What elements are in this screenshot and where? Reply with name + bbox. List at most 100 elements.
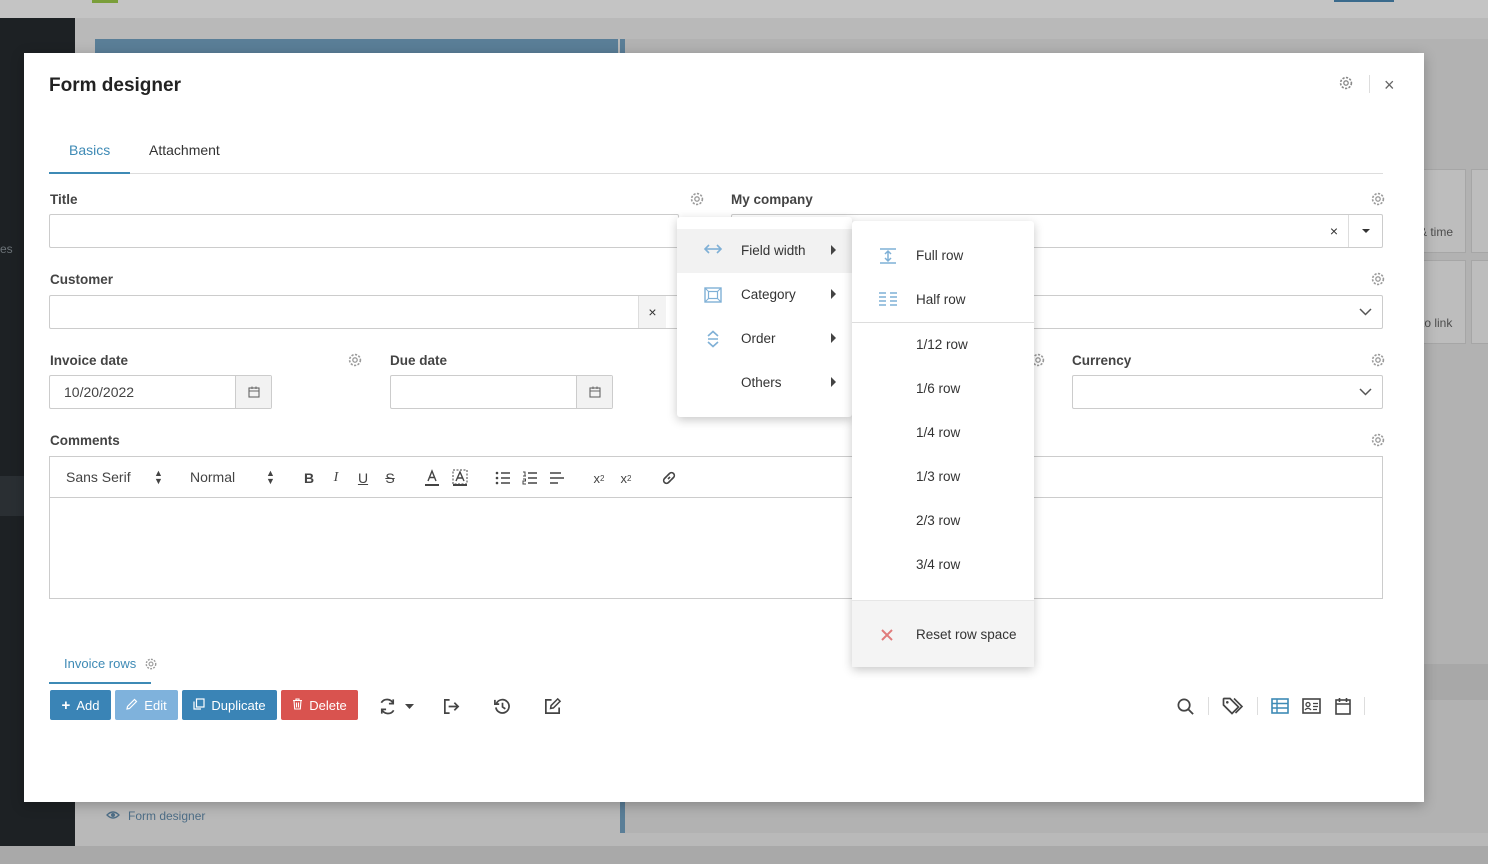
submenu-item-half-row[interactable]: Half row [852,278,1034,322]
chevron-down-icon[interactable] [1348,376,1382,408]
due-date-input[interactable] [390,375,613,409]
history-icon[interactable] [492,696,512,716]
reset-row-space-label: Reset row space [916,627,1017,642]
gear-icon[interactable] [144,657,158,671]
submenu-item-label: Full row [916,248,964,263]
submenu-item-label: 2/3 row [916,513,961,528]
edit-form-icon[interactable] [542,696,562,716]
title-input[interactable] [49,214,679,248]
tags-icon[interactable] [1221,696,1245,716]
italic-icon[interactable]: I [326,468,346,488]
tab-basics[interactable]: Basics [49,130,131,174]
updown-icon: ▲ ▼ [266,468,275,486]
bullet-list-icon[interactable] [493,468,513,488]
font-size-select[interactable]: Normal ▲ ▼ [190,468,280,486]
refresh-icon[interactable] [377,696,397,716]
superscript-icon[interactable]: x2 [616,468,636,488]
submenu-item-label: 1/12 row [916,337,968,352]
eye-icon [106,809,120,823]
submenu-item-label: Half row [916,292,966,307]
delete-button-label: Delete [309,697,347,713]
toolbar-divider [1364,697,1365,715]
currency-label: Currency [1072,353,1132,368]
search-icon[interactable] [1175,696,1195,716]
export-icon[interactable] [441,696,461,716]
gear-icon[interactable] [689,191,705,207]
invoice-date-label: Invoice date [50,353,129,368]
submenu-item-1-6-row[interactable]: 1/6 row [852,367,1034,411]
menu-item-category[interactable]: Category [677,273,852,317]
submenu-arrow-icon [831,289,836,299]
clear-icon[interactable]: × [638,296,666,328]
submenu-item-1-3-row[interactable]: 1/3 row [852,455,1034,499]
copy-icon [193,697,205,713]
app-topbar [0,0,1488,18]
sidebar-highlight [0,476,24,516]
chevron-down-icon[interactable] [1348,296,1382,328]
gear-icon[interactable] [1370,432,1386,448]
ordered-list-icon[interactable] [520,468,540,488]
bg-form-designer-link: Form designer [106,809,205,823]
comments-editor[interactable]: Sans Serif ▲ ▼ Normal ▲ ▼ B I U S x 2 x … [49,456,1383,599]
field-width-submenu: Full row Half row 1/12 row 1/6 row 1/4 r… [852,221,1034,667]
menu-item-order[interactable]: Order [677,317,852,361]
clear-icon[interactable]: × [1320,215,1348,247]
calendar-icon[interactable] [576,376,612,408]
app-top-button [1334,0,1394,2]
strikethrough-icon[interactable]: S [380,468,400,488]
card-view-icon[interactable] [1301,696,1321,716]
underline-icon[interactable]: U [353,468,373,488]
submenu-item-label: 1/3 row [916,469,961,484]
font-family-select[interactable]: Sans Serif ▲ ▼ [66,469,166,486]
currency-select[interactable] [1072,375,1383,409]
app-logo [92,0,118,3]
gear-icon[interactable] [1338,75,1354,96]
submenu-item-3-4-row[interactable]: 3/4 row [852,543,1034,587]
delete-button[interactable]: Delete [281,690,358,720]
submenu-item-full-row[interactable]: Full row [852,234,1034,278]
align-icon[interactable] [547,468,567,488]
calendar-icon[interactable] [235,376,271,408]
edit-button-label: Edit [144,697,167,713]
caret-down-icon[interactable] [1348,215,1382,247]
tab-invoice-rows[interactable]: Invoice rows [49,648,157,684]
table-view-icon[interactable] [1270,696,1290,716]
submenu-footer: Reset row space [852,600,1034,667]
menu-item-field-width[interactable]: Field width [677,229,852,273]
calendar-view-icon[interactable] [1333,696,1353,716]
gear-icon[interactable] [1370,191,1386,207]
gear-icon[interactable] [1370,352,1386,368]
pencil-icon [126,698,138,713]
sidebar-text: es [0,242,13,256]
bg-tile [1471,169,1488,253]
arrows-horizontal-icon [703,242,723,260]
trash-icon [292,697,303,713]
background-color-icon[interactable] [450,468,470,488]
edit-button[interactable]: Edit [115,690,178,720]
caret-down-icon[interactable] [403,696,415,716]
bold-icon[interactable]: B [299,468,319,488]
submenu-item-2-3-row[interactable]: 2/3 row [852,499,1034,543]
header-divider [1369,75,1370,93]
menu-item-label: Field width [741,243,806,258]
add-button[interactable]: + Add [50,690,111,720]
invoice-date-input[interactable]: 10/20/2022 [49,375,272,409]
submenu-item-label: 3/4 row [916,557,961,572]
field-context-menu: Field width Category Order Others [677,217,852,417]
submenu-item-1-4-row[interactable]: 1/4 row [852,411,1034,455]
submenu-item-1-12-row[interactable]: 1/12 row [852,323,1034,367]
gear-icon[interactable] [1370,271,1386,287]
duplicate-button[interactable]: Duplicate [182,690,277,720]
close-icon[interactable]: × [1384,75,1395,96]
subscript-icon[interactable]: x2 [589,468,609,488]
tab-attachment[interactable]: Attachment [129,130,240,174]
half-row-icon [878,291,898,309]
title-label: Title [50,192,78,207]
text-color-icon[interactable] [422,468,442,488]
gear-icon[interactable] [347,352,363,368]
link-icon[interactable] [659,468,679,488]
menu-item-others[interactable]: Others [677,361,852,405]
menu-item-label: Order [741,331,776,346]
reset-row-space-item[interactable]: Reset row space [852,613,1034,657]
submenu-item-label: 1/6 row [916,381,961,396]
